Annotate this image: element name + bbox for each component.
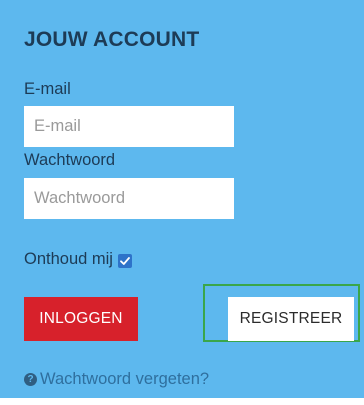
email-label: E-mail [24,80,71,98]
account-panel: JOUW ACCOUNT E-mail Wachtwoord Onthoud m… [0,0,364,398]
forgot-password-text[interactable]: Wachtwoord vergeten? [40,370,209,389]
password-field[interactable] [24,178,234,219]
remember-me: Onthoud mij [24,250,132,269]
checkmark-icon [120,256,130,265]
register-button[interactable]: REGISTREER [228,297,354,341]
remember-me-label: Onthoud mij [24,250,113,268]
question-circle-icon: ? [24,373,37,386]
panel-title: JOUW ACCOUNT [24,28,200,51]
login-button[interactable]: INLOGGEN [24,297,138,341]
password-label: Wachtwoord [24,151,116,169]
remember-me-checkbox[interactable] [117,253,132,268]
forgot-password-link[interactable]: ? Wachtwoord vergeten? [24,370,209,389]
email-field[interactable] [24,106,234,147]
